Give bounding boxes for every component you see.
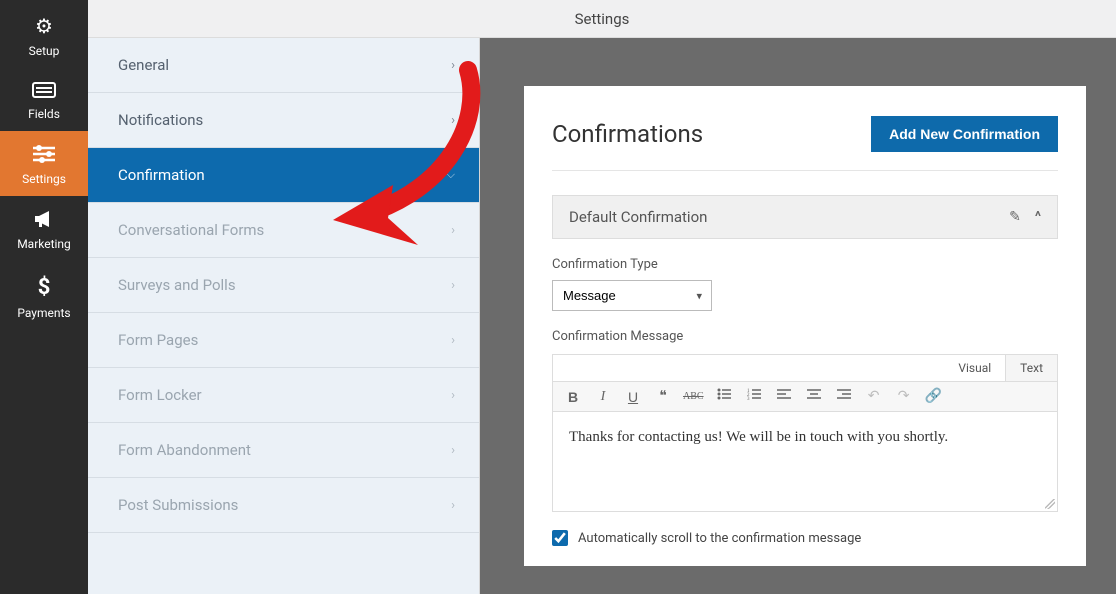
sidebar-item-label: Marketing xyxy=(17,237,71,251)
strikethrough-button[interactable]: ABC xyxy=(683,391,704,402)
confirmation-type-select[interactable]: Message xyxy=(552,280,712,311)
settings-item-surveys-polls[interactable]: Surveys and Polls › xyxy=(88,258,479,313)
redo-button[interactable]: ↷ xyxy=(894,388,914,405)
chevron-down-icon: ⌵ xyxy=(447,168,455,182)
settings-item-form-pages[interactable]: Form Pages › xyxy=(88,313,479,368)
settings-item-label: Form Locker xyxy=(118,386,202,404)
settings-item-post-submissions[interactable]: Post Submissions › xyxy=(88,478,479,533)
settings-submenu: General › Notifications › Confirmation ⌵… xyxy=(88,38,480,594)
panel-header: Confirmations Add New Confirmation xyxy=(552,116,1058,171)
chevron-right-icon: › xyxy=(451,443,455,458)
autoscroll-checkbox[interactable] xyxy=(552,530,568,546)
chevron-right-icon: › xyxy=(451,498,455,513)
settings-item-label: Form Abandonment xyxy=(118,441,251,459)
confirmation-type-select-wrap: Message xyxy=(552,280,712,311)
default-confirmation-header[interactable]: Default Confirmation ✎ ^ xyxy=(552,195,1058,239)
confirmation-message-editor[interactable]: Thanks for contacting us! We will be in … xyxy=(552,412,1058,512)
sidebar-item-label: Fields xyxy=(28,107,60,121)
align-right-button[interactable] xyxy=(834,388,854,405)
edit-icon[interactable]: ✎ xyxy=(1009,209,1021,225)
resize-grip-icon[interactable] xyxy=(1045,499,1055,509)
settings-item-label: Notifications xyxy=(118,111,203,129)
chevron-right-icon: › xyxy=(451,388,455,403)
accordion-title: Default Confirmation xyxy=(569,208,707,226)
bold-button[interactable]: B xyxy=(563,389,583,405)
confirmations-panel: Confirmations Add New Confirmation Defau… xyxy=(524,86,1086,566)
undo-button[interactable]: ↶ xyxy=(864,388,884,405)
sidebar-item-payments[interactable]: Payments xyxy=(0,261,88,330)
editor-toolbar: B I U ❝ ABC 123 ↶ ↷ 🔗 xyxy=(552,381,1058,412)
svg-text:3: 3 xyxy=(747,397,750,400)
megaphone-icon xyxy=(33,210,55,231)
settings-item-label: Conversational Forms xyxy=(118,221,264,239)
settings-item-general[interactable]: General › xyxy=(88,38,479,93)
page-title: Settings xyxy=(575,10,630,28)
chevron-right-icon: › xyxy=(451,278,455,293)
italic-button[interactable]: I xyxy=(593,389,613,405)
align-center-button[interactable] xyxy=(804,388,824,405)
add-confirmation-button[interactable]: Add New Confirmation xyxy=(871,116,1058,152)
autoscroll-row[interactable]: Automatically scroll to the confirmation… xyxy=(552,530,1058,546)
work-area: Confirmations Add New Confirmation Defau… xyxy=(480,38,1116,594)
sidebar-item-label: Setup xyxy=(29,44,60,58)
chevron-right-icon: › xyxy=(451,113,455,128)
tab-text[interactable]: Text xyxy=(1005,355,1057,381)
header-bar: Settings xyxy=(88,0,1116,38)
sidebar-item-label: Payments xyxy=(17,306,70,320)
list-icon xyxy=(32,82,56,101)
settings-item-label: Confirmation xyxy=(118,166,205,184)
sidebar-item-settings[interactable]: Settings xyxy=(0,131,88,196)
confirmation-message-label: Confirmation Message xyxy=(552,329,1058,344)
accordion-tools: ✎ ^ xyxy=(1009,209,1041,225)
sidebar-item-setup[interactable]: Setup xyxy=(0,0,88,68)
autoscroll-label: Automatically scroll to the confirmation… xyxy=(578,531,861,546)
settings-item-conversational-forms[interactable]: Conversational Forms › xyxy=(88,203,479,258)
primary-sidebar: Setup Fields Settings Marketing Payments xyxy=(0,0,88,594)
align-left-button[interactable] xyxy=(774,388,794,405)
link-button[interactable]: 🔗 xyxy=(924,388,944,405)
settings-item-form-abandonment[interactable]: Form Abandonment › xyxy=(88,423,479,478)
gear-icon xyxy=(35,14,53,38)
bullet-list-button[interactable] xyxy=(714,388,734,405)
underline-button[interactable]: U xyxy=(623,389,643,405)
quote-button[interactable]: ❝ xyxy=(653,388,673,405)
settings-item-label: Post Submissions xyxy=(118,496,238,514)
collapse-icon[interactable]: ^ xyxy=(1035,209,1041,225)
chevron-right-icon: › xyxy=(451,223,455,238)
settings-item-notifications[interactable]: Notifications › xyxy=(88,93,479,148)
settings-item-label: Surveys and Polls xyxy=(118,276,236,294)
settings-item-label: Form Pages xyxy=(118,331,198,349)
number-list-button[interactable]: 123 xyxy=(744,388,764,405)
editor-tabs: Visual Text xyxy=(552,354,1058,381)
tab-visual[interactable]: Visual xyxy=(944,355,1005,381)
sidebar-item-fields[interactable]: Fields xyxy=(0,68,88,131)
confirmation-type-label: Confirmation Type xyxy=(552,257,1058,272)
sidebar-item-marketing[interactable]: Marketing xyxy=(0,196,88,261)
settings-item-form-locker[interactable]: Form Locker › xyxy=(88,368,479,423)
settings-item-label: General xyxy=(118,56,169,74)
chevron-right-icon: › xyxy=(451,58,455,73)
sidebar-item-label: Settings xyxy=(22,172,66,186)
settings-item-confirmation[interactable]: Confirmation ⌵ xyxy=(88,148,479,203)
confirmations-title: Confirmations xyxy=(552,120,703,148)
sliders-icon xyxy=(33,145,55,166)
chevron-right-icon: › xyxy=(451,333,455,348)
dollar-icon xyxy=(38,275,51,300)
